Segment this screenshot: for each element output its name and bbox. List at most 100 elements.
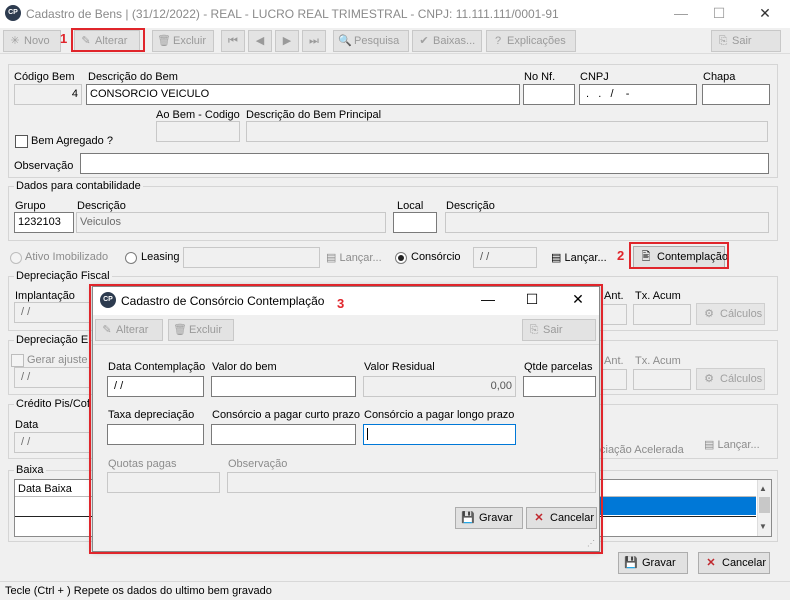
chapa-field[interactable] — [702, 84, 770, 105]
observacao-label: Observação — [14, 160, 74, 172]
search-icon: 🔍 — [338, 35, 352, 47]
bem-agregado-label: Bem Agregado ? — [31, 135, 113, 147]
scroll-up-icon[interactable]: ▲ — [759, 484, 767, 493]
ao-bem-label: Ao Bem - Codigo — [156, 109, 240, 121]
trash-icon: 🗑 — [157, 35, 171, 47]
pesquisa-button[interactable]: 🔍 Pesquisa — [333, 30, 409, 52]
data-baixa-header: Data Baixa — [18, 483, 72, 495]
calculos1-button[interactable]: ⚙ Cálculos — [696, 303, 765, 325]
leasing-radio[interactable] — [125, 252, 137, 264]
selected-row-highlight — [600, 497, 756, 515]
gerar-ajuste-field[interactable]: / / — [14, 367, 90, 388]
desc-principal-label: Descrição do Bem Principal — [246, 109, 382, 121]
local-descricao-label: Descrição — [446, 200, 495, 212]
close-button[interactable]: ✕ — [750, 4, 780, 24]
consorcio-date-field[interactable]: / / — [473, 247, 537, 268]
tx-acum2-label: Tx. Acum — [635, 355, 681, 367]
scroll-down-icon[interactable]: ▼ — [759, 522, 767, 531]
cnpj-label: CNPJ — [580, 71, 609, 83]
contabilidade-title: Dados para contabilidade — [14, 180, 143, 192]
bem-agregado-checkbox[interactable] — [15, 135, 28, 148]
lancar-acelerada-button[interactable]: ▤ Lançar... — [704, 438, 760, 451]
annotation-box-alterar — [71, 28, 145, 52]
ant2-field[interactable] — [601, 369, 627, 390]
grupo-field[interactable]: 1232103 — [14, 212, 74, 233]
baixa-title: Baixa — [14, 464, 46, 476]
calculator-icon: ⚙ — [704, 373, 714, 385]
lancar-consorcio-button[interactable]: ▤ Lançar... — [551, 251, 607, 264]
codigo-label: Código Bem — [14, 71, 75, 83]
next-record-button[interactable]: ▶ — [275, 30, 299, 52]
descricao-label: Descrição do Bem — [88, 71, 178, 83]
scrollbar[interactable]: ▲ ▼ — [757, 480, 771, 536]
tx-acum1-label: Tx. Acum — [635, 290, 681, 302]
explicacoes-button[interactable]: ? Explicações — [486, 30, 576, 52]
cnpj-field[interactable]: . . / - — [579, 84, 697, 105]
implantacao-label: Implantação — [15, 290, 75, 302]
nonf-field[interactable] — [523, 84, 575, 105]
scroll-thumb[interactable] — [759, 497, 770, 513]
gravar-button[interactable]: 💾 Gravar — [618, 552, 688, 574]
minimize-button[interactable]: — — [666, 4, 696, 24]
credito-title: Crédito Pis/Cof — [14, 398, 92, 410]
calculos2-button[interactable]: ⚙ Cálculos — [696, 368, 765, 390]
exit-door-icon: ⎘ — [718, 35, 728, 47]
list-icon: ▤ — [551, 252, 565, 264]
tx-acum1-field[interactable] — [633, 304, 691, 325]
last-record-button[interactable]: ⏭ — [302, 30, 326, 52]
annotation-2: 2 — [617, 248, 625, 263]
new-icon: ✳ — [10, 35, 20, 47]
title-bar: CP Cadastro de Bens | (31/12/2022) - REA… — [0, 0, 790, 28]
list-icon: ▤ — [704, 439, 718, 451]
descricao-field[interactable]: CONSORCIO VEICULO — [86, 84, 520, 105]
gerar-ajuste-label: Gerar ajuste — [27, 354, 88, 366]
cancel-x-icon: ✕ — [706, 557, 716, 569]
help-icon: ? — [494, 35, 502, 47]
consorcio-radio[interactable] — [395, 252, 407, 264]
observacao-field[interactable] — [80, 153, 769, 174]
local-descricao-field[interactable] — [445, 212, 769, 233]
check-icon: ✔ — [419, 35, 429, 47]
maximize-button[interactable]: ☐ — [704, 4, 734, 24]
lancar-leasing-button[interactable]: ▤ Lançar... — [326, 251, 382, 264]
ant1-field[interactable] — [601, 304, 627, 325]
window-title: Cadastro de Bens | (31/12/2022) - REAL -… — [26, 7, 559, 21]
ant1-label: Ant. — [604, 290, 624, 302]
local-field[interactable] — [393, 212, 437, 233]
grupo-label: Grupo — [15, 200, 46, 212]
cancelar-button[interactable]: ✕ Cancelar — [698, 552, 770, 574]
save-icon: 💾 — [624, 557, 638, 569]
depreciacao-fiscal-title: Depreciação Fiscal — [14, 270, 112, 282]
app-logo-icon: CP — [5, 5, 21, 21]
data-field[interactable]: / / — [14, 432, 90, 453]
status-text: Tecle (Ctrl + ) Repete os dados do ultim… — [5, 585, 272, 597]
tx-acum2-field[interactable] — [633, 369, 691, 390]
novo-button[interactable]: ✳ Novo — [3, 30, 61, 52]
first-record-button[interactable]: ⏮ — [221, 30, 245, 52]
annotation-1: 1 — [60, 31, 68, 46]
grupo-descricao-field[interactable]: Veiculos — [76, 212, 386, 233]
annotation-box-dialog — [89, 284, 603, 554]
prev-record-button[interactable]: ◀ — [248, 30, 272, 52]
data-label: Data — [15, 419, 39, 431]
ativo-radio[interactable] — [10, 252, 22, 264]
status-bar: Tecle (Ctrl + ) Repete os dados do ultim… — [0, 581, 790, 600]
grupo-descricao-label: Descrição — [77, 200, 126, 212]
ant2-label: Ant. — [604, 355, 624, 367]
leasing-label: Leasing — [141, 251, 180, 263]
implantacao-field[interactable]: / / — [14, 302, 90, 323]
calculator-icon: ⚙ — [704, 308, 714, 320]
ao-bem-field[interactable] — [156, 121, 240, 142]
desc-principal-field[interactable] — [246, 121, 768, 142]
acelerada-label: ciação Acelerada — [600, 444, 684, 456]
gerar-ajuste-checkbox[interactable] — [11, 354, 24, 367]
chapa-label: Chapa — [703, 71, 736, 83]
excluir-button[interactable]: 🗑 Excluir — [152, 30, 214, 52]
baixas-button[interactable]: ✔ Baixas... — [412, 30, 482, 52]
depreciacao-e-title: Depreciação E — [14, 334, 91, 346]
ativo-label: Ativo Imobilizado — [25, 251, 109, 263]
annotation-box-contemplacao — [629, 242, 729, 269]
sair-button[interactable]: ⎘ Sair — [711, 30, 781, 52]
codigo-field[interactable]: 4 — [14, 84, 82, 105]
leasing-field[interactable] — [183, 247, 320, 268]
